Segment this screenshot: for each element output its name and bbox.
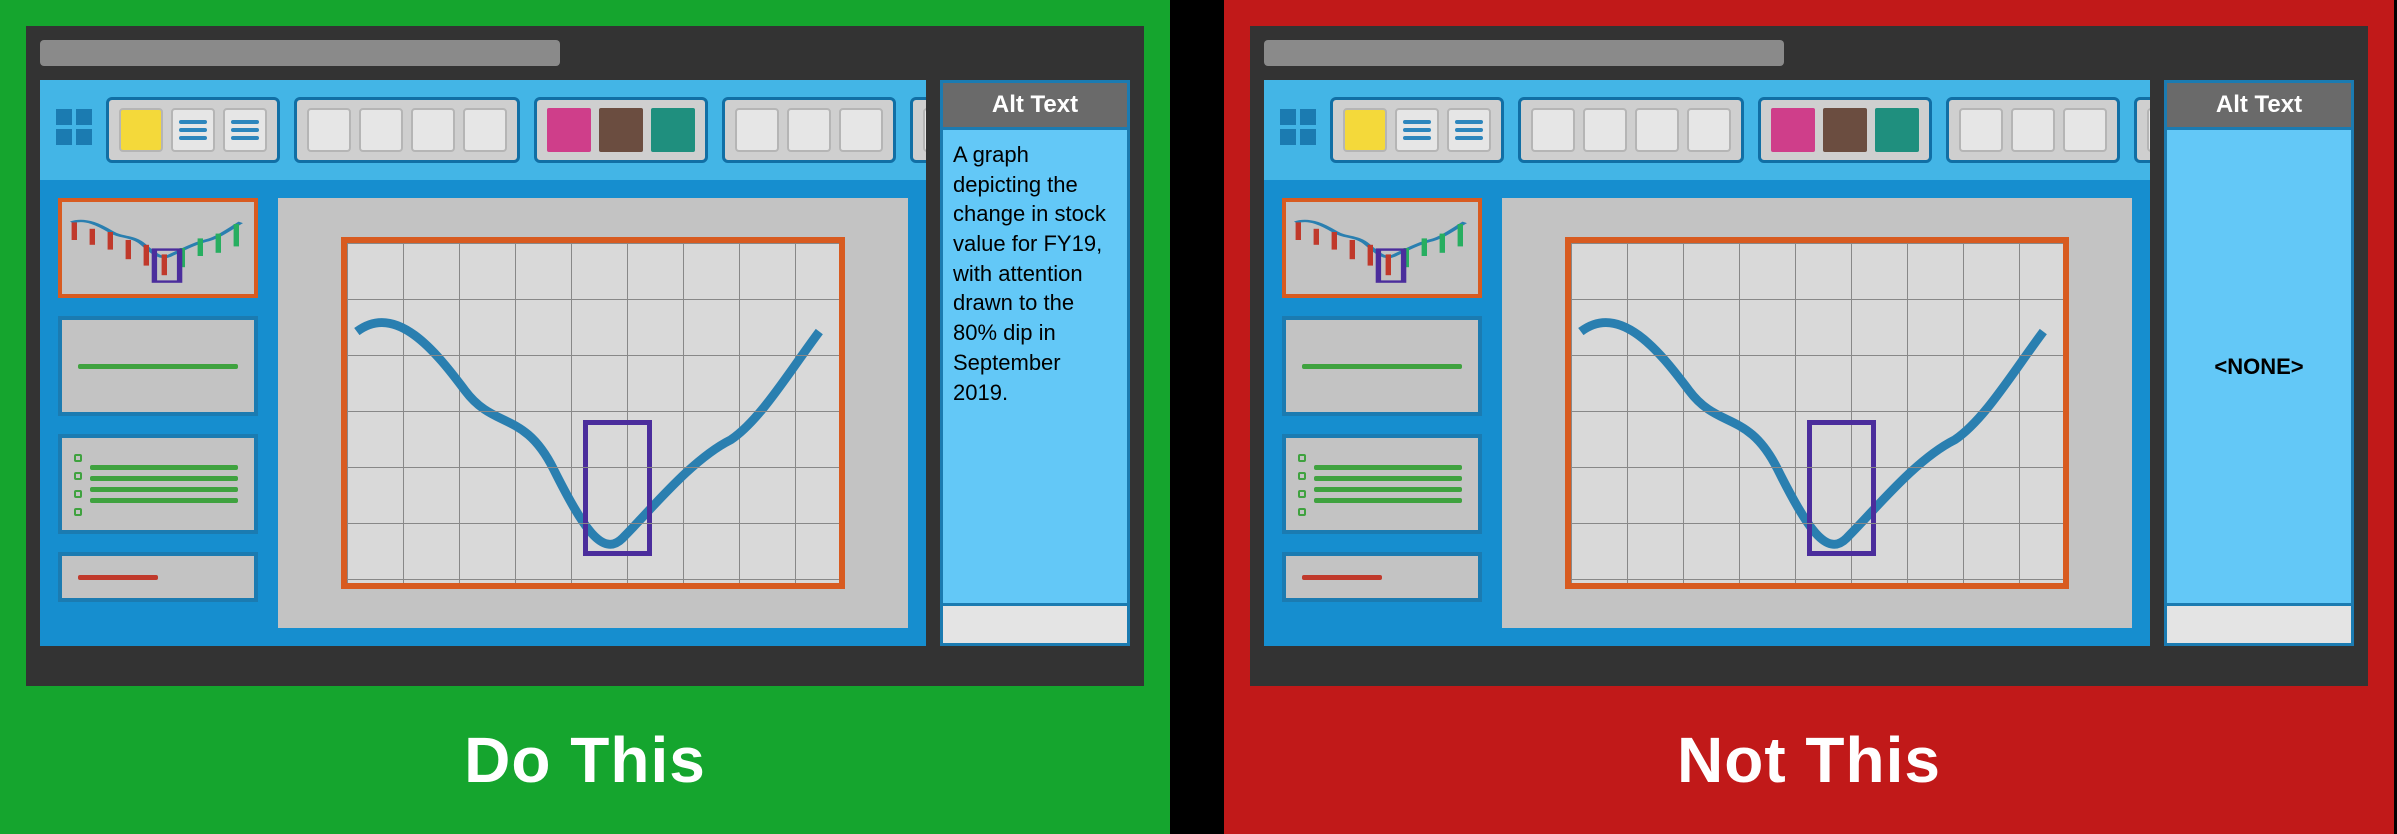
candlestick-series — [1581, 253, 2053, 574]
list-icon[interactable] — [1395, 108, 1439, 152]
color-swatch-pink[interactable] — [547, 108, 591, 152]
ribbon-button[interactable] — [2011, 108, 2055, 152]
ribbon-toolbar — [40, 80, 926, 180]
ribbon-button[interactable] — [359, 108, 403, 152]
example-do-this: Alt Text A graph depicting the change in… — [0, 0, 1170, 834]
slide-thumb-2[interactable] — [58, 316, 258, 416]
ribbon-button[interactable] — [1583, 108, 1627, 152]
ribbon-group-colors[interactable] — [534, 97, 708, 163]
slide-canvas[interactable] — [1502, 198, 2132, 628]
alt-text-content[interactable]: A graph depicting the change in stock va… — [940, 127, 1130, 606]
slide-thumb-2[interactable] — [1282, 316, 1482, 416]
ribbon-button[interactable] — [839, 108, 883, 152]
caption-do-this: Do This — [26, 686, 1144, 834]
alt-text-content-empty[interactable]: NONE — [2164, 127, 2354, 606]
ribbon-group[interactable] — [2134, 97, 2150, 163]
app-window: Alt Text A graph depicting the change in… — [26, 26, 1144, 686]
chart-thumbnail-icon — [1292, 208, 1472, 288]
slide-thumb-1[interactable] — [58, 198, 258, 298]
stock-chart[interactable] — [1565, 237, 2069, 590]
list-icon[interactable] — [1447, 108, 1491, 152]
list-icon[interactable] — [223, 108, 267, 152]
slide-thumbnails — [1282, 198, 1482, 628]
list-icon[interactable] — [171, 108, 215, 152]
ribbon-button[interactable] — [2063, 108, 2107, 152]
slide-thumb-4[interactable] — [58, 552, 258, 602]
ribbon-group[interactable] — [722, 97, 896, 163]
presentation-app — [40, 80, 926, 646]
ribbon-toolbar — [1264, 80, 2150, 180]
slide-thumb-1[interactable] — [1282, 198, 1482, 298]
alt-text-panel: Alt Text NONE — [2164, 80, 2354, 646]
ribbon-group[interactable] — [1946, 97, 2120, 163]
highlight-box — [1807, 420, 1876, 556]
example-not-this: Alt Text NONE Not This — [1224, 0, 2394, 834]
color-swatch-teal[interactable] — [651, 108, 695, 152]
app-window: Alt Text NONE — [1250, 26, 2368, 686]
color-swatch-brown[interactable] — [599, 108, 643, 152]
color-swatch-brown[interactable] — [1823, 108, 1867, 152]
ribbon-button[interactable] — [1343, 108, 1387, 152]
ribbon-group-home[interactable] — [1330, 97, 1504, 163]
color-swatch-teal[interactable] — [1875, 108, 1919, 152]
slide-canvas[interactable] — [278, 198, 908, 628]
chart-thumbnail-icon — [68, 208, 248, 288]
alt-text-header: Alt Text — [2164, 80, 2354, 127]
slide-thumb-3[interactable] — [58, 434, 258, 534]
stock-chart[interactable] — [341, 237, 845, 590]
candlestick-series — [357, 253, 829, 574]
ribbon-button[interactable] — [1635, 108, 1679, 152]
ribbon-button[interactable] — [1959, 108, 2003, 152]
presentation-app — [1264, 80, 2150, 646]
ribbon-group-colors[interactable] — [1758, 97, 1932, 163]
titlebar-placeholder — [40, 40, 560, 66]
app-menu-icon[interactable] — [56, 109, 92, 151]
slide-thumbnails — [58, 198, 258, 628]
ribbon-button[interactable] — [1687, 108, 1731, 152]
ribbon-button[interactable] — [119, 108, 163, 152]
ribbon-group-shapes[interactable] — [1518, 97, 1744, 163]
ribbon-group-home[interactable] — [106, 97, 280, 163]
alt-text-footer — [940, 606, 1130, 646]
ribbon-button[interactable] — [307, 108, 351, 152]
alt-text-panel: Alt Text A graph depicting the change in… — [940, 80, 1130, 646]
ribbon-button[interactable] — [463, 108, 507, 152]
slide-thumb-3[interactable] — [1282, 434, 1482, 534]
ribbon-button[interactable] — [1531, 108, 1575, 152]
list-icon[interactable] — [923, 108, 926, 152]
titlebar-placeholder — [1264, 40, 1784, 66]
highlight-box — [583, 420, 652, 556]
ribbon-button[interactable] — [787, 108, 831, 152]
list-icon[interactable] — [2147, 108, 2150, 152]
ribbon-group-shapes[interactable] — [294, 97, 520, 163]
app-menu-icon[interactable] — [1280, 109, 1316, 151]
alt-text-footer — [2164, 606, 2354, 646]
trend-line — [1571, 243, 2063, 590]
ribbon-button[interactable] — [411, 108, 455, 152]
caption-not-this: Not This — [1250, 686, 2368, 834]
alt-text-header: Alt Text — [940, 80, 1130, 127]
color-swatch-pink[interactable] — [1771, 108, 1815, 152]
ribbon-button[interactable] — [735, 108, 779, 152]
slide-thumb-4[interactable] — [1282, 552, 1482, 602]
trend-line — [347, 243, 839, 590]
ribbon-group[interactable] — [910, 97, 926, 163]
